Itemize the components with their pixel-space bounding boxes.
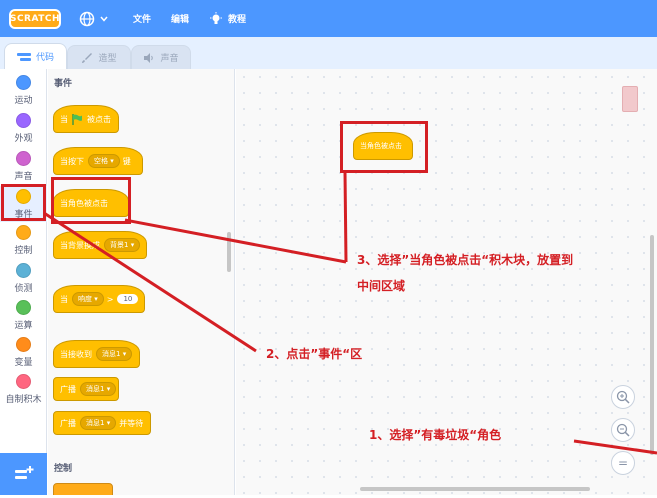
highlight-placed-block	[340, 121, 428, 173]
arrow-step2	[43, 211, 257, 353]
arrow-step3	[124, 218, 347, 264]
annotation-step1: 1、选择”有毒垃圾“角色	[369, 428, 502, 442]
annotation-step3-line2: 中间区域	[357, 279, 406, 293]
annotation-step2: 2、点击”事件“区	[266, 347, 363, 361]
annotation-step3-line1: 3、选择”当角色被点击“积木块，放置到	[357, 253, 574, 267]
arrow-step1	[573, 439, 657, 455]
arrow-step3-up	[343, 171, 348, 263]
annotation-arrows	[43, 171, 657, 455]
highlight-events-category	[1, 184, 46, 221]
highlight-sprite-clicked-block	[51, 177, 131, 224]
